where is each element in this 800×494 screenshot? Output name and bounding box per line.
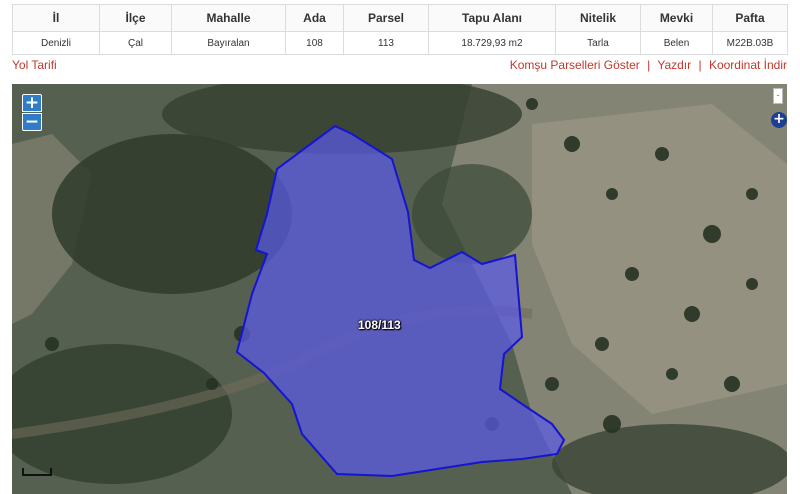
download-coordinates-link[interactable]: Koordinat İndir: [709, 58, 787, 72]
cell-nitelik: Tarla: [555, 31, 641, 55]
cell-mahalle: Bayıralan: [171, 31, 286, 55]
header-ada: Ada: [285, 4, 344, 32]
cell-mevki: Belen: [640, 31, 713, 55]
zoom-out-button[interactable]: −: [22, 113, 42, 131]
link-separator: |: [647, 58, 651, 72]
layer-switcher-toggle[interactable]: -: [773, 88, 783, 104]
header-parsel: Parsel: [343, 4, 429, 32]
action-links: Yol Tarifi Komşu Parselleri Göster | Yaz…: [12, 58, 787, 74]
zoom-in-button[interactable]: +: [22, 94, 42, 112]
satellite-imagery: [12, 84, 787, 494]
route-link[interactable]: Yol Tarifi: [12, 58, 57, 72]
header-il: İl: [12, 4, 100, 32]
right-links: Komşu Parselleri Göster | Yazdır | Koord…: [510, 58, 787, 72]
show-neighbor-parcels-link[interactable]: Komşu Parselleri Göster: [510, 58, 640, 72]
parcel-info-table: İl İlçe Mahalle Ada Parsel Tapu Alanı Ni…: [12, 4, 788, 55]
scale-bar: [22, 468, 52, 476]
header-mahalle: Mahalle: [171, 4, 286, 32]
cell-parsel: 113: [343, 31, 429, 55]
cell-il: Denizli: [12, 31, 100, 55]
table-row: Denizli Çal Bayıralan 108 113 18.729,93 …: [12, 31, 788, 55]
header-ilce: İlçe: [99, 4, 172, 32]
header-nitelik: Nitelik: [555, 4, 641, 32]
satellite-map[interactable]: + − - + 108/113: [12, 84, 787, 494]
parcel-label: 108/113: [358, 318, 401, 332]
cell-pafta: M22B.03B: [712, 31, 788, 55]
layer-add-icon[interactable]: +: [771, 112, 787, 128]
link-separator: |: [698, 58, 702, 72]
cell-ada: 108: [285, 31, 344, 55]
header-pafta: Pafta: [712, 4, 788, 32]
cell-tapu-alani: 18.729,93 m2: [428, 31, 556, 55]
table-header-row: İl İlçe Mahalle Ada Parsel Tapu Alanı Ni…: [12, 4, 788, 32]
cell-ilce: Çal: [99, 31, 172, 55]
print-link[interactable]: Yazdır: [657, 58, 691, 72]
header-tapu-alani: Tapu Alanı: [428, 4, 556, 32]
header-mevki: Mevki: [640, 4, 713, 32]
